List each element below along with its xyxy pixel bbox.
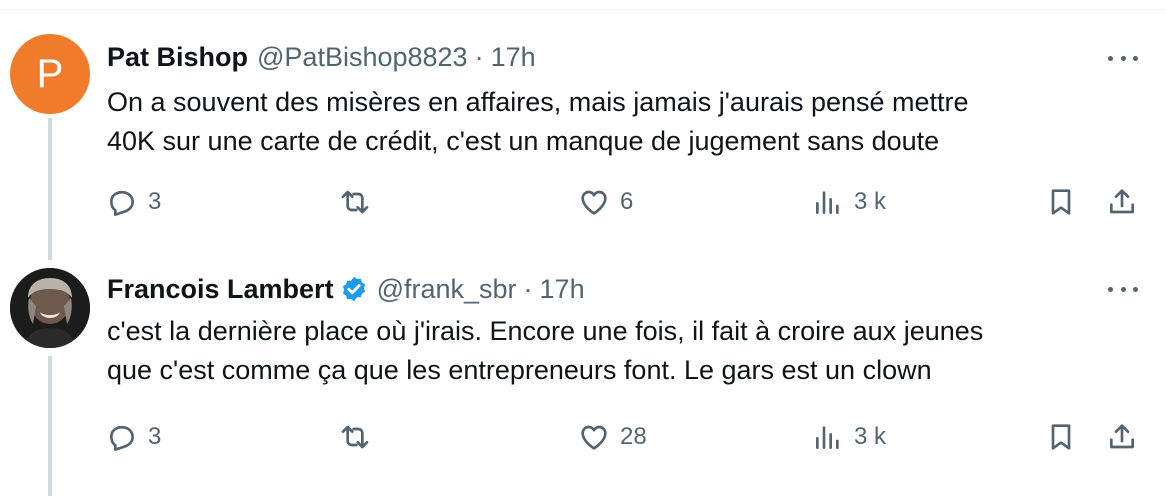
tweet-text-line: On a souvent des misères en affaires, ma…: [107, 87, 969, 117]
bookmark-icon: [1051, 189, 1071, 215]
display-name[interactable]: Francois Lambert: [107, 272, 334, 306]
retweet-icon: [341, 190, 369, 214]
tweet-header: Francois Lambert @frank_sbr · 17h: [107, 272, 585, 306]
tweet-actions: 3 6 3 k: [0, 182, 1166, 222]
tweet-text: c'est la dernière place où j'irais. Enco…: [107, 312, 1117, 390]
avatar[interactable]: P: [10, 34, 90, 114]
tweet-text-line: 40K sur une carte de crédit, c'est un ma…: [107, 126, 940, 156]
tweet-francois-lambert[interactable]: Francois Lambert @frank_sbr · 17h c'est …: [0, 246, 1166, 496]
views-count: 3 k: [854, 188, 887, 215]
timestamp[interactable]: 17h: [540, 272, 585, 306]
handle[interactable]: @frank_sbr: [377, 272, 517, 306]
verified-badge-icon[interactable]: [340, 275, 368, 303]
tweet-text: On a souvent des misères en affaires, ma…: [107, 83, 1117, 161]
more-options-icon[interactable]: [1108, 53, 1138, 63]
retweet-button[interactable]: [339, 417, 381, 457]
share-icon: [1110, 189, 1134, 214]
more-options-icon[interactable]: [1108, 284, 1138, 294]
tweet-actions: 3 28 3 k: [0, 417, 1166, 457]
separator: ·: [474, 42, 484, 72]
like-count: 6: [620, 188, 634, 215]
reply-icon: [110, 190, 134, 216]
separator: ·: [523, 274, 533, 304]
views-icon: [816, 426, 839, 449]
heart-icon: [581, 190, 607, 215]
tweet-text-line: c'est la dernière place où j'irais. Enco…: [107, 316, 984, 346]
reply-count: 3: [148, 423, 162, 450]
reply-button[interactable]: 3: [106, 417, 161, 457]
views-icon: [816, 191, 839, 214]
retweet-icon: [341, 425, 369, 449]
like-button[interactable]: 28: [578, 417, 647, 457]
avatar-letter: P: [36, 51, 64, 96]
tweet-text-line: que c'est comme ça que les entrepreneurs…: [107, 355, 932, 385]
avatar[interactable]: [10, 268, 90, 348]
like-count: 28: [620, 423, 647, 450]
retweet-button[interactable]: [339, 182, 381, 222]
bookmark-icon: [1051, 424, 1071, 450]
share-button[interactable]: [1106, 417, 1138, 457]
tweet-pat-bishop[interactable]: P Pat Bishop @PatBishop8823 · 17h On a s…: [0, 10, 1166, 260]
share-icon: [1110, 424, 1134, 449]
views-count: 3 k: [854, 423, 887, 450]
bookmark-button[interactable]: [1045, 417, 1077, 457]
bookmark-button[interactable]: [1045, 182, 1077, 222]
heart-icon: [581, 425, 607, 450]
reply-button[interactable]: 3: [106, 182, 161, 222]
timestamp[interactable]: 17h: [491, 40, 536, 74]
display-name[interactable]: Pat Bishop: [107, 40, 248, 74]
profile-photo-icon: [10, 268, 90, 348]
views-button[interactable]: 3 k: [812, 417, 886, 457]
views-button[interactable]: 3 k: [812, 182, 886, 222]
reply-icon: [110, 425, 134, 451]
like-button[interactable]: 6: [578, 182, 633, 222]
reply-count: 3: [148, 188, 162, 215]
share-button[interactable]: [1106, 182, 1138, 222]
handle[interactable]: @PatBishop8823: [257, 40, 468, 74]
tweet-header: Pat Bishop @PatBishop8823 · 17h: [107, 40, 536, 74]
